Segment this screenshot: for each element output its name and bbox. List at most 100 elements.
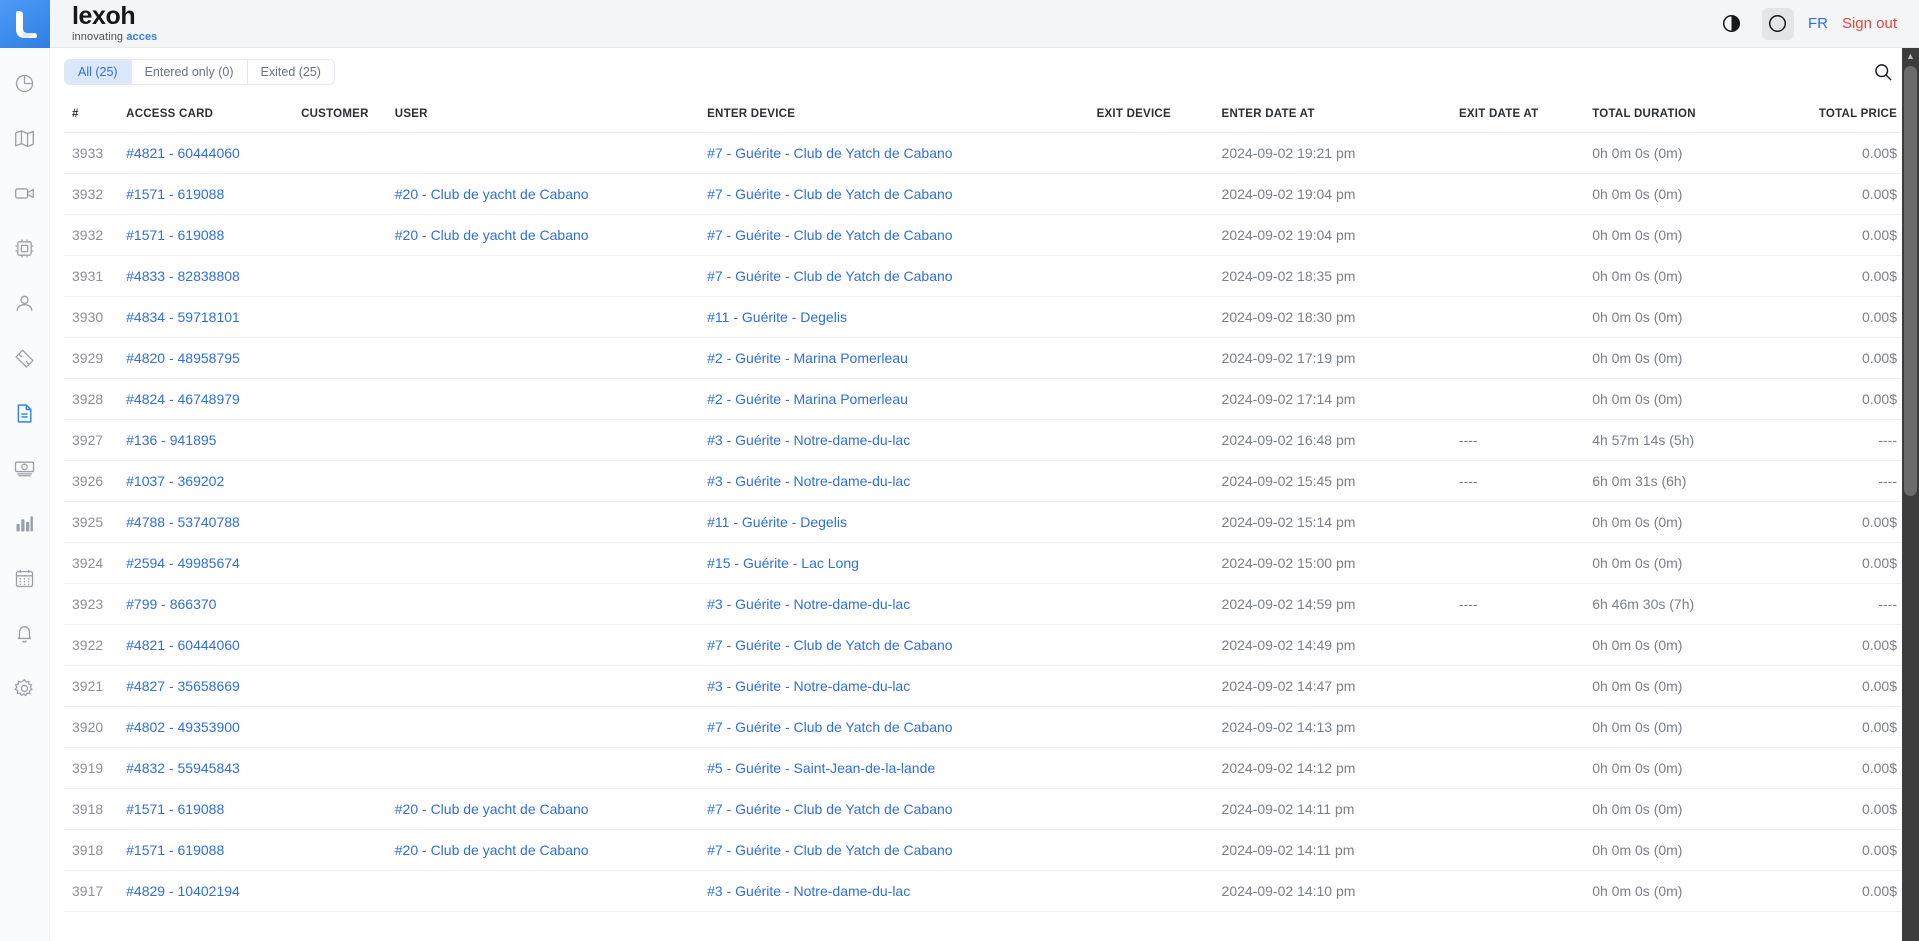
row-access-card[interactable]: #4833 - 82838808: [118, 256, 293, 297]
row-access-card[interactable]: #4802 - 49353900: [118, 707, 293, 748]
table-row[interactable]: 3917#4829 - 10402194#3 - Guérite - Notre…: [64, 871, 1905, 912]
sign-out-button[interactable]: Sign out: [1842, 15, 1897, 32]
sidebar-item-reports[interactable]: [8, 396, 42, 430]
column-header-id[interactable]: #: [64, 96, 118, 133]
table-row[interactable]: 3928#4824 - 46748979#2 - Guérite - Marin…: [64, 379, 1905, 420]
table-row[interactable]: 3930#4834 - 59718101#11 - Guérite - Dege…: [64, 297, 1905, 338]
sidebar-item-dashboard[interactable]: [8, 66, 42, 100]
column-header-exit-date[interactable]: EXIT DATE AT: [1451, 96, 1584, 133]
table-row[interactable]: 3924#2594 - 49985674#15 - Guérite - Lac …: [64, 543, 1905, 584]
sidebar-item-map[interactable]: [8, 121, 42, 155]
row-user[interactable]: #20 - Club de yacht de Cabano: [387, 789, 699, 830]
sidebar-item-users[interactable]: [8, 286, 42, 320]
row-enter-device[interactable]: #5 - Guérite - Saint-Jean-de-la-lande: [699, 748, 1088, 789]
table-row[interactable]: 3929#4820 - 48958795#2 - Guérite - Marin…: [64, 338, 1905, 379]
row-access-card[interactable]: #1571 - 619088: [118, 830, 293, 871]
lexoh-l-logo[interactable]: [0, 0, 50, 48]
row-enter-device[interactable]: #7 - Guérite - Club de Yatch de Cabano: [699, 789, 1088, 830]
table-row[interactable]: 3931#4833 - 82838808#7 - Guérite - Club …: [64, 256, 1905, 297]
circle-outline-icon[interactable]: [1762, 8, 1794, 40]
row-access-card[interactable]: #4821 - 60444060: [118, 625, 293, 666]
row-user[interactable]: #20 - Club de yacht de Cabano: [387, 174, 699, 215]
column-header-user[interactable]: USER: [387, 96, 699, 133]
row-access-card[interactable]: #1037 - 369202: [118, 461, 293, 502]
table-row[interactable]: 3932#1571 - 619088#20 - Club de yacht de…: [64, 174, 1905, 215]
row-enter-device[interactable]: #11 - Guérite - Degelis: [699, 502, 1088, 543]
row-enter-device[interactable]: #7 - Guérite - Club de Yatch de Cabano: [699, 133, 1088, 174]
calendar-icon: [14, 568, 35, 589]
row-user[interactable]: #20 - Club de yacht de Cabano: [387, 215, 699, 256]
table-row[interactable]: 3920#4802 - 49353900#7 - Guérite - Club …: [64, 707, 1905, 748]
row-enter-device[interactable]: #11 - Guérite - Degelis: [699, 297, 1088, 338]
table-row[interactable]: 3925#4788 - 53740788#11 - Guérite - Dege…: [64, 502, 1905, 543]
row-enter-date: 2024-09-02 15:45 pm: [1214, 461, 1451, 502]
row-enter-device[interactable]: #3 - Guérite - Notre-dame-du-lac: [699, 420, 1088, 461]
column-header-price[interactable]: TOTAL PRICE: [1782, 96, 1905, 133]
vertical-scrollbar[interactable]: ▲: [1902, 48, 1919, 941]
row-access-card[interactable]: #4829 - 10402194: [118, 871, 293, 912]
contrast-half-circle-icon[interactable]: [1716, 8, 1748, 40]
access-log-table-container[interactable]: # ACCESS CARD CUSTOMER USER ENTER DEVICE…: [50, 96, 1919, 941]
table-row[interactable]: 3921#4827 - 35658669#3 - Guérite - Notre…: [64, 666, 1905, 707]
table-row[interactable]: 3918#1571 - 619088#20 - Club de yacht de…: [64, 789, 1905, 830]
table-row[interactable]: 3933#4821 - 60444060#7 - Guérite - Club …: [64, 133, 1905, 174]
cash-icon: [14, 458, 35, 479]
column-header-exit-device[interactable]: EXIT DEVICE: [1089, 96, 1214, 133]
table-row[interactable]: 3926#1037 - 369202#3 - Guérite - Notre-d…: [64, 461, 1905, 502]
row-enter-device[interactable]: #7 - Guérite - Club de Yatch de Cabano: [699, 215, 1088, 256]
row-access-card[interactable]: #2594 - 49985674: [118, 543, 293, 584]
table-row[interactable]: 3927#136 - 941895#3 - Guérite - Notre-da…: [64, 420, 1905, 461]
column-header-enter-device[interactable]: ENTER DEVICE: [699, 96, 1088, 133]
tab-entered-only[interactable]: Entered only (0): [132, 60, 248, 84]
sidebar-item-statistics[interactable]: [8, 506, 42, 540]
row-access-card[interactable]: #4834 - 59718101: [118, 297, 293, 338]
row-enter-device[interactable]: #3 - Guérite - Notre-dame-du-lac: [699, 666, 1088, 707]
row-access-card[interactable]: #4824 - 46748979: [118, 379, 293, 420]
scrollbar-thumb[interactable]: [1904, 66, 1917, 496]
row-enter-device[interactable]: #2 - Guérite - Marina Pomerleau: [699, 379, 1088, 420]
row-enter-device[interactable]: #7 - Guérite - Club de Yatch de Cabano: [699, 830, 1088, 871]
row-access-card[interactable]: #1571 - 619088: [118, 789, 293, 830]
sidebar-item-notifications[interactable]: [8, 616, 42, 650]
language-switch[interactable]: FR: [1808, 15, 1828, 32]
sidebar-item-tickets[interactable]: [8, 341, 42, 375]
row-access-card[interactable]: #4788 - 53740788: [118, 502, 293, 543]
row-enter-device[interactable]: #7 - Guérite - Club de Yatch de Cabano: [699, 707, 1088, 748]
row-enter-device[interactable]: #3 - Guérite - Notre-dame-du-lac: [699, 584, 1088, 625]
row-enter-device[interactable]: #7 - Guérite - Club de Yatch de Cabano: [699, 256, 1088, 297]
sidebar-item-billing[interactable]: [8, 451, 42, 485]
tab-exited[interactable]: Exited (25): [248, 60, 334, 84]
sidebar-item-cameras[interactable]: [8, 176, 42, 210]
sidebar-item-devices[interactable]: [8, 231, 42, 265]
table-row[interactable]: 3919#4832 - 55945843#5 - Guérite - Saint…: [64, 748, 1905, 789]
row-access-card[interactable]: #799 - 866370: [118, 584, 293, 625]
row-enter-device[interactable]: #3 - Guérite - Notre-dame-du-lac: [699, 871, 1088, 912]
row-access-card[interactable]: #4821 - 60444060: [118, 133, 293, 174]
row-access-card[interactable]: #4827 - 35658669: [118, 666, 293, 707]
row-enter-device[interactable]: #7 - Guérite - Club de Yatch de Cabano: [699, 174, 1088, 215]
row-access-card[interactable]: #1571 - 619088: [118, 215, 293, 256]
table-row[interactable]: 3918#1571 - 619088#20 - Club de yacht de…: [64, 830, 1905, 871]
column-header-customer[interactable]: CUSTOMER: [293, 96, 387, 133]
row-enter-device[interactable]: #2 - Guérite - Marina Pomerleau: [699, 338, 1088, 379]
row-enter-device[interactable]: #15 - Guérite - Lac Long: [699, 543, 1088, 584]
sidebar-item-calendar[interactable]: [8, 561, 42, 595]
row-access-card[interactable]: #136 - 941895: [118, 420, 293, 461]
tab-all[interactable]: All (25): [65, 60, 132, 84]
row-enter-device[interactable]: #3 - Guérite - Notre-dame-du-lac: [699, 461, 1088, 502]
column-header-enter-date[interactable]: ENTER DATE AT: [1214, 96, 1451, 133]
row-enter-date: 2024-09-02 17:14 pm: [1214, 379, 1451, 420]
column-header-duration[interactable]: TOTAL DURATION: [1584, 96, 1782, 133]
scroll-up-arrow[interactable]: ▲: [1902, 48, 1919, 64]
row-access-card[interactable]: #4832 - 55945843: [118, 748, 293, 789]
search-icon[interactable]: [1869, 58, 1897, 86]
table-row[interactable]: 3932#1571 - 619088#20 - Club de yacht de…: [64, 215, 1905, 256]
table-row[interactable]: 3922#4821 - 60444060#7 - Guérite - Club …: [64, 625, 1905, 666]
table-row[interactable]: 3923#799 - 866370#3 - Guérite - Notre-da…: [64, 584, 1905, 625]
row-user[interactable]: #20 - Club de yacht de Cabano: [387, 830, 699, 871]
row-enter-device[interactable]: #7 - Guérite - Club de Yatch de Cabano: [699, 625, 1088, 666]
sidebar-item-settings[interactable]: [8, 671, 42, 705]
row-access-card[interactable]: #1571 - 619088: [118, 174, 293, 215]
row-access-card[interactable]: #4820 - 48958795: [118, 338, 293, 379]
column-header-access-card[interactable]: ACCESS CARD: [118, 96, 293, 133]
